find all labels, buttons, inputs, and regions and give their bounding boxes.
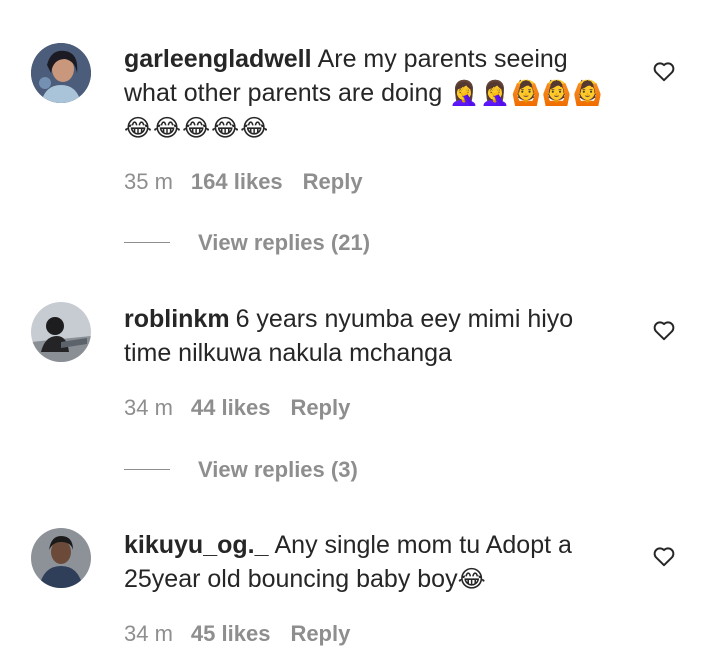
comment-username[interactable]: garleengladwell	[124, 45, 312, 73]
comment-username[interactable]: roblinkm	[124, 305, 230, 333]
comment-time: 35 m	[124, 169, 173, 194]
comment-likes[interactable]: 45 likes	[191, 621, 271, 647]
comment-likes[interactable]: 44 likes	[191, 395, 271, 421]
comment-username[interactable]: kikuyu_og._	[124, 531, 269, 559]
reply-button[interactable]: Reply	[290, 621, 350, 647]
comment-time: 34 m	[124, 395, 173, 420]
view-replies-button[interactable]: View replies (21)	[124, 230, 370, 256]
comment-emojis: 😂	[457, 566, 487, 593]
like-heart-icon[interactable]	[651, 543, 677, 569]
comment-meta: 35 m 164 likes Reply	[124, 169, 363, 195]
avatar[interactable]	[31, 302, 91, 362]
avatar[interactable]	[31, 528, 91, 588]
reply-button[interactable]: Reply	[303, 169, 363, 195]
view-replies-button[interactable]: View replies (3)	[124, 457, 358, 483]
comment-time: 34 m	[124, 621, 173, 646]
like-heart-icon[interactable]	[651, 317, 677, 343]
reply-button[interactable]: Reply	[290, 395, 350, 421]
comment-meta: 34 m 45 likes Reply	[124, 621, 350, 647]
divider-line	[124, 468, 170, 470]
comment-text-block: roblinkm 6 years nyumba eey mimi hiyo tim…	[124, 302, 624, 370]
comment-likes[interactable]: 164 likes	[191, 169, 283, 195]
divider-line	[124, 241, 170, 243]
comment-meta: 34 m 44 likes Reply	[124, 395, 350, 421]
view-replies-label: View replies (21)	[198, 230, 371, 255]
avatar[interactable]	[31, 43, 91, 103]
like-heart-icon[interactable]	[651, 58, 677, 84]
view-replies-label: View replies (3)	[198, 457, 358, 482]
comment-text-block: garleengladwell Are my parents seeing wha…	[124, 42, 624, 146]
comment-text-block: kikuyu_og._ Any single mom tu Adopt a 25y…	[124, 528, 624, 597]
